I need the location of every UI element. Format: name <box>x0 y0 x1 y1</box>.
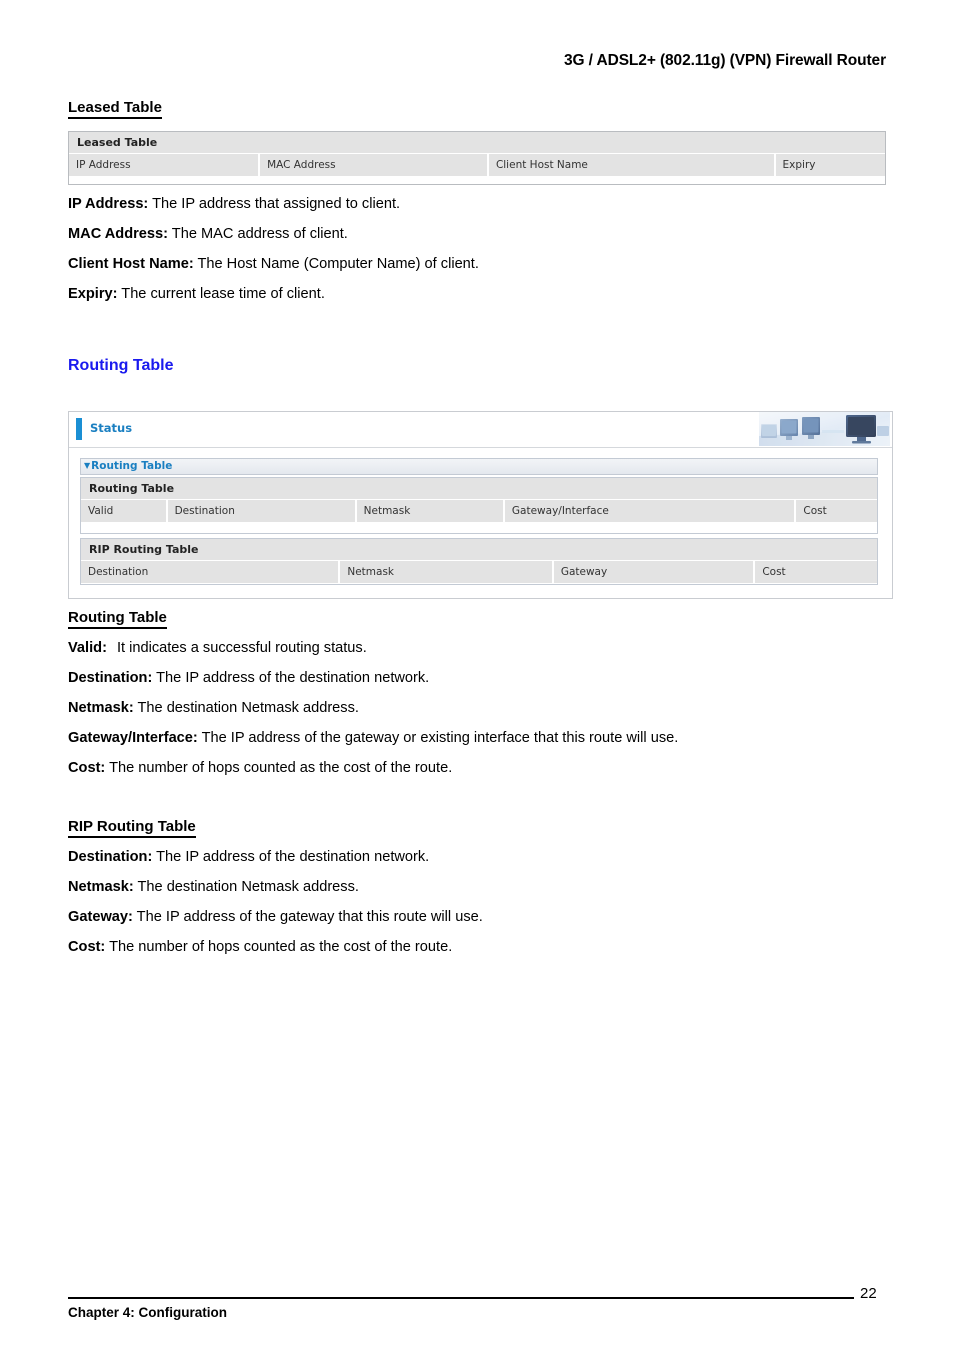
status-bar: Status <box>69 412 892 448</box>
definition-gateway-interface-term: Gateway/Interface: <box>68 730 198 746</box>
rip-definition-destination-term: Destination: <box>68 849 153 865</box>
definition-cost-desc: The number of hops counted as the cost o… <box>105 760 453 776</box>
definition-valid-term: Valid: <box>68 640 107 656</box>
page-number: 22 <box>860 1285 877 1302</box>
definition-ip-address-desc: The IP address that assigned to client. <box>148 196 401 212</box>
heading-routing-table-text: Routing Table <box>68 609 167 629</box>
column-client-host-name: Client Host Name <box>488 154 774 176</box>
rip-definition-cost-term: Cost: <box>68 939 106 955</box>
definition-cost-term: Cost: <box>68 760 106 776</box>
rip-definition-cost: Cost: The number of hops counted as the … <box>68 938 452 956</box>
routing-table-header-row: Valid Destination Netmask Gateway/Interf… <box>81 500 878 522</box>
triangle-down-icon: ▼ <box>84 461 91 470</box>
column-mac-address: MAC Address <box>260 154 487 176</box>
definition-client-host-name-term: Client Host Name: <box>68 256 194 272</box>
heading-rip-routing-table: RIP Routing Table <box>68 818 196 838</box>
definition-netmask-desc: The destination Netmask address. <box>133 700 359 716</box>
definition-expiry: Expiry: The current lease time of client… <box>68 285 325 303</box>
status-label: Status <box>90 421 133 435</box>
definition-expiry-desc: The current lease time of client. <box>117 286 325 302</box>
heading-routing-table-blue: Routing Table <box>68 357 174 374</box>
definition-destination-term: Destination: <box>68 670 153 686</box>
definition-mac-address-desc: The MAC address of client. <box>168 226 348 242</box>
footer-divider <box>68 1297 854 1299</box>
definition-client-host-name-desc: The Host Name (Computer Name) of client. <box>193 256 479 272</box>
definition-destination: Destination: The IP address of the desti… <box>68 669 429 687</box>
heading-routing-table: Routing Table <box>68 609 167 629</box>
rip-definition-gateway: Gateway: The IP address of the gateway t… <box>68 908 483 926</box>
routing-table-widget: Routing Table Valid Destination Netmask … <box>80 477 878 534</box>
definition-valid: Valid: It indicates a successful routing … <box>68 639 367 657</box>
routing-table-caption: Routing Table <box>81 478 877 500</box>
definition-valid-desc: It indicates a successful routing status… <box>116 640 367 656</box>
rip-column-gateway: Gateway <box>553 561 754 583</box>
column-netmask: Netmask <box>356 500 503 522</box>
definition-destination-desc: The IP address of the destination networ… <box>152 670 430 686</box>
definition-mac-address: MAC Address: The MAC address of client. <box>68 225 348 243</box>
rip-definition-netmask: Netmask: The destination Netmask address… <box>68 878 359 896</box>
routing-table-collapse-label: Routing Table <box>91 460 173 472</box>
rip-routing-table-widget: RIP Routing Table Destination Netmask Ga… <box>80 538 878 585</box>
column-gateway-interface: Gateway/Interface <box>504 500 795 522</box>
column-valid: Valid <box>81 500 166 522</box>
footer-chapter-label: Chapter 4: Configuration <box>68 1305 227 1320</box>
router-status-panel: Status ▼Routing Table Routing Table Vali… <box>68 411 893 599</box>
column-expiry: Expiry <box>775 154 885 176</box>
rip-definition-netmask-term: Netmask: <box>68 879 134 895</box>
definition-expiry-term: Expiry: <box>68 286 118 302</box>
rip-definition-gateway-desc: The IP address of the gateway that this … <box>132 909 483 925</box>
rip-definition-cost-desc: The number of hops counted as the cost o… <box>105 939 453 955</box>
heading-leased-table: Leased Table <box>68 99 162 119</box>
running-header: 3G / ADSL2+ (802.11g) (VPN) Firewall Rou… <box>563 52 886 69</box>
rip-routing-table-header-row: Destination Netmask Gateway Cost <box>81 561 878 583</box>
column-destination: Destination <box>167 500 355 522</box>
rip-definition-netmask-desc: The destination Netmask address. <box>133 879 359 895</box>
definition-gateway-interface-desc: The IP address of the gateway or existin… <box>197 730 679 746</box>
definition-ip-address-term: IP Address: <box>68 196 149 212</box>
definition-gateway-interface: Gateway/Interface: The IP address of the… <box>68 729 678 747</box>
definition-client-host-name: Client Host Name: The Host Name (Compute… <box>68 255 479 273</box>
routing-table-collapse-bar[interactable]: ▼Routing Table <box>80 458 878 475</box>
leased-table-header-row: IP Address MAC Address Client Host Name … <box>69 154 885 176</box>
heading-leased-table-text: Leased Table <box>68 99 162 119</box>
definition-mac-address-term: MAC Address: <box>68 226 169 242</box>
rip-column-destination: Destination <box>81 561 339 583</box>
rip-routing-table-caption: RIP Routing Table <box>81 539 877 561</box>
definition-ip-address: IP Address: The IP address that assigned… <box>68 195 400 213</box>
rip-definition-destination: Destination: The IP address of the desti… <box>68 848 429 866</box>
rip-definition-destination-desc: The IP address of the destination networ… <box>152 849 430 865</box>
rip-definition-gateway-term: Gateway: <box>68 909 133 925</box>
document-page: 3G / ADSL2+ (802.11g) (VPN) Firewall Rou… <box>0 0 954 1351</box>
computer-monitors-photo-icon <box>759 412 890 446</box>
rip-column-cost: Cost <box>755 561 878 583</box>
status-accent-bar <box>76 418 82 440</box>
heading-rip-routing-table-text: RIP Routing Table <box>68 818 196 838</box>
definition-netmask-term: Netmask: <box>68 700 134 716</box>
definition-cost: Cost: The number of hops counted as the … <box>68 759 452 777</box>
column-cost: Cost <box>796 500 878 522</box>
column-ip-address: IP Address <box>69 154 259 176</box>
leased-table-widget: Leased Table IP Address MAC Address Clie… <box>68 131 886 185</box>
definition-netmask: Netmask: The destination Netmask address… <box>68 699 359 717</box>
rip-column-netmask: Netmask <box>340 561 552 583</box>
leased-table-caption: Leased Table <box>69 132 885 154</box>
